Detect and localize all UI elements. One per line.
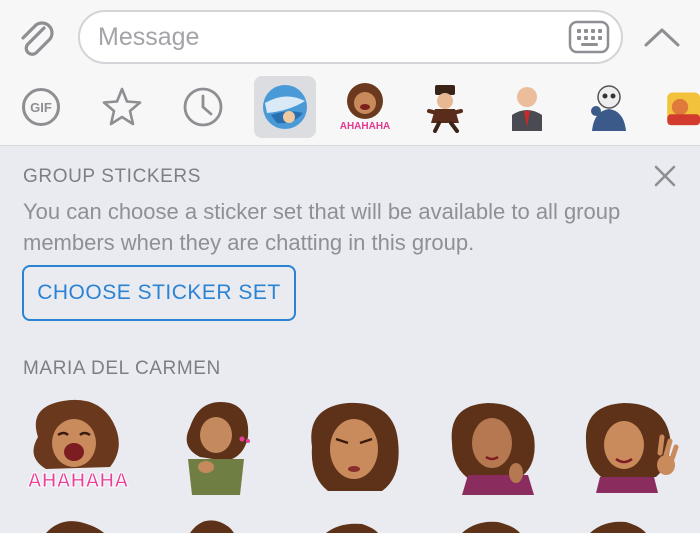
star-icon [102, 87, 142, 126]
tab-gif[interactable]: GIF [10, 76, 72, 138]
waving-girl-sticker [585, 403, 679, 493]
skeptical-girl-sticker [311, 402, 399, 491]
choose-sticker-set-button[interactable]: CHOOSE STICKER SET [22, 265, 296, 321]
sticker-laughing[interactable]: AHAHAHA [18, 397, 130, 497]
laughing-girl-sticker: AHAHAHA [27, 399, 129, 493]
close-icon[interactable] [652, 163, 678, 189]
gif-icon: GIF [22, 88, 60, 126]
sticker-waving[interactable] [574, 397, 686, 497]
tab-sticker-set-3[interactable] [496, 76, 558, 138]
sticker-skeptical[interactable] [298, 397, 410, 497]
paperclip-icon[interactable] [16, 16, 56, 60]
next-sticker-row [46, 520, 646, 533]
group-stickers-title: GROUP STICKERS [23, 166, 202, 187]
tab-sticker-set-5[interactable] [660, 76, 700, 138]
tab-sticker-set-2[interactable] [414, 76, 476, 138]
tab-favorites[interactable] [91, 76, 153, 138]
keyboard-icon[interactable] [568, 20, 610, 54]
sticker-set-title: MARIA DEL CARMEN [23, 358, 221, 379]
thinking-girl-sticker [186, 402, 250, 495]
tab-sticker-set-4[interactable] [578, 76, 640, 138]
message-field[interactable] [78, 10, 623, 64]
sticker-tabs: GIF AHAHAHA [0, 75, 700, 146]
laughing-girl-sticker-icon: AHAHAHA [340, 83, 391, 132]
tab-maria-del-carmen-set[interactable]: AHAHAHA [334, 76, 396, 138]
svg-text:AHAHAHA: AHAHAHA [27, 470, 128, 492]
clock-icon [183, 87, 223, 127]
tab-group-sticker-set[interactable] [254, 76, 316, 138]
skeleton-sticker-icon [591, 85, 626, 131]
message-input[interactable] [98, 21, 558, 53]
composer-bar [0, 0, 700, 75]
globe-sticker-icon [263, 85, 307, 129]
bald-man-sticker-icon [512, 87, 542, 131]
tab-recent[interactable] [172, 76, 234, 138]
svg-text:AHAHAHA: AHAHAHA [340, 121, 391, 132]
chevron-up-icon[interactable] [643, 24, 681, 50]
cartoon-sticker-icon [667, 92, 700, 126]
dancing-man-sticker-icon [427, 85, 463, 133]
sticker-smug[interactable] [438, 397, 550, 497]
smug-girl-sticker [451, 403, 535, 495]
group-stickers-description: You can choose a sticker set that will b… [23, 199, 621, 255]
sticker-thinking[interactable] [160, 397, 272, 497]
